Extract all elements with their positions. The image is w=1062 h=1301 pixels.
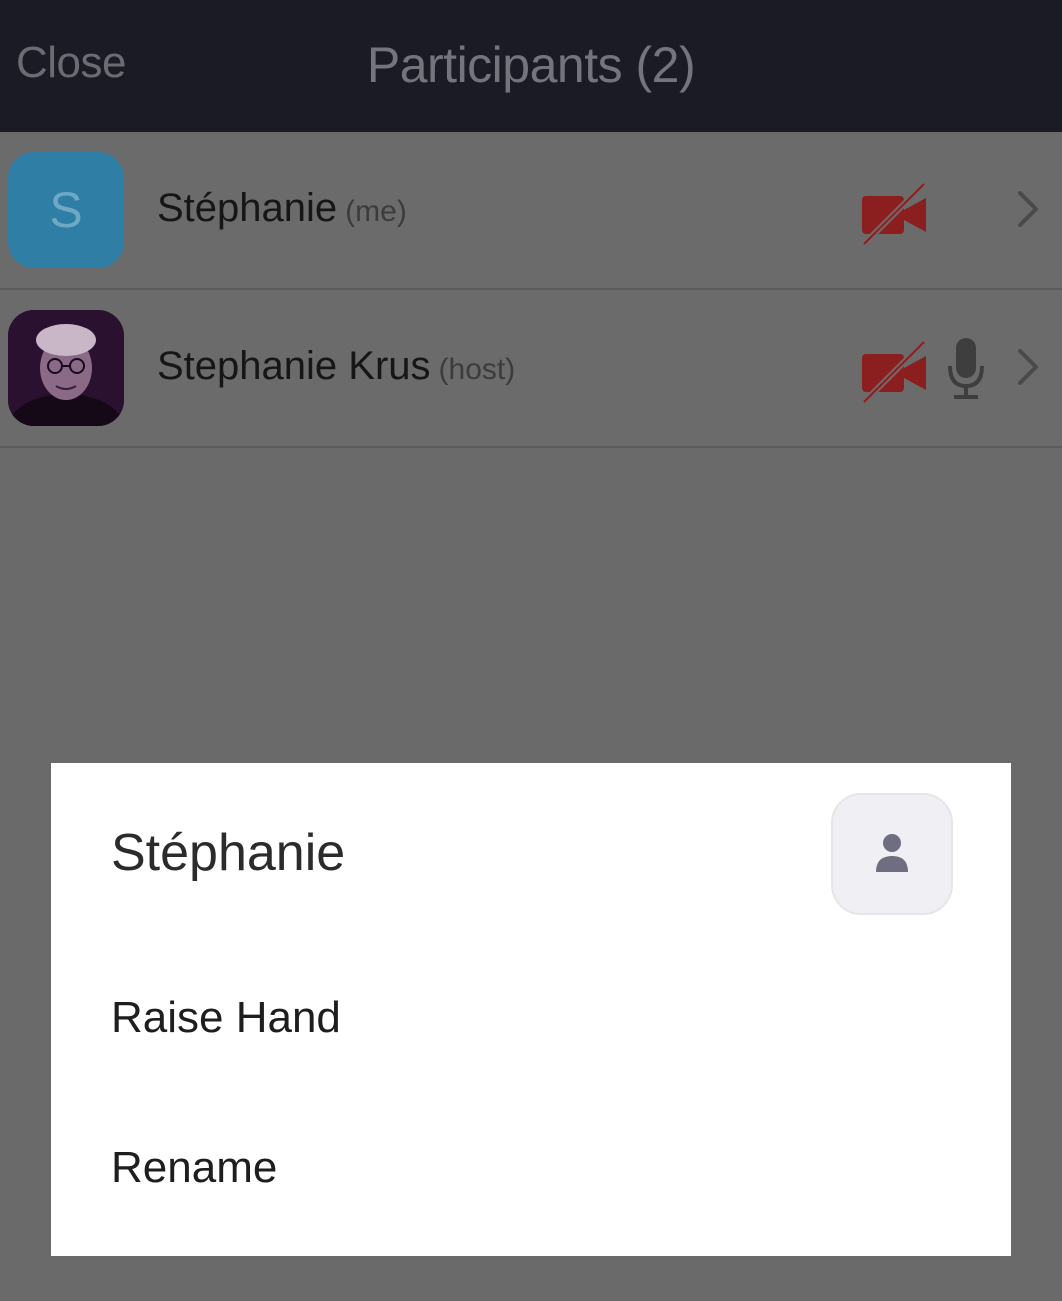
participant-name: Stephanie Krus (host) [157,344,515,389]
participant-row[interactable]: Stephanie Krus (host) [0,290,1062,448]
participant-tag: (me) [345,195,407,228]
default-avatar [831,793,953,915]
participant-tag: (host) [438,353,516,386]
page-title: Participants (2) [366,37,696,93]
participant-name-text: Stephanie Krus [157,344,431,388]
avatar-photo [8,310,124,426]
participant-row[interactable]: S Stéphanie (me) [0,132,1062,290]
chevron-right-icon[interactable] [1012,187,1042,236]
action-sheet: Stéphanie Raise Hand Rename [51,763,1011,1256]
microphone-icon [946,334,986,409]
avatar: S [8,152,124,268]
participant-list: S Stéphanie (me) Stephanie Krus (host) [0,132,1062,448]
participant-name-text: Stéphanie [157,186,338,230]
participant-name: Stéphanie (me) [157,186,407,231]
top-bar: Close Participants (2) [0,0,1062,132]
avatar-letter: S [49,182,83,238]
sheet-title: Stéphanie [111,824,346,882]
rename-button[interactable]: Rename [111,1143,971,1193]
video-off-icon [860,180,930,255]
person-icon [876,834,908,872]
raise-hand-button[interactable]: Raise Hand [111,993,971,1043]
chevron-right-icon[interactable] [1012,345,1042,394]
video-off-icon [860,338,930,413]
